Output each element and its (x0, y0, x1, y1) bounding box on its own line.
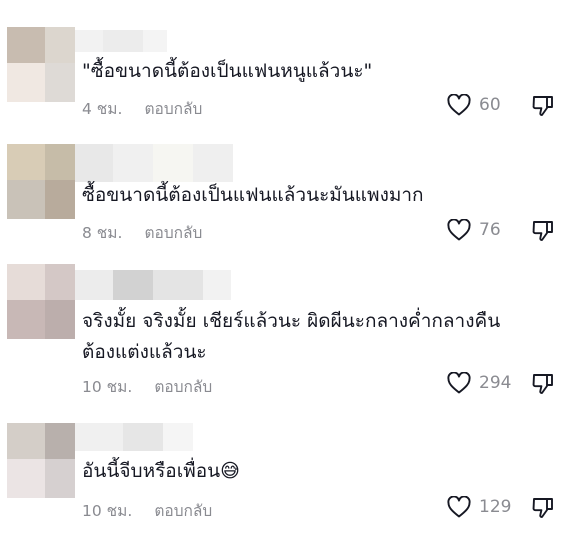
dislike-button[interactable] (531, 372, 555, 396)
username-blurred[interactable] (75, 30, 167, 52)
avatar[interactable] (7, 423, 75, 498)
comment-text: อันนี้จีบหรือเพื่อน😅 (82, 456, 240, 487)
comment-text-line: ต้องแต่งแล้วนะ (82, 341, 207, 363)
username-blur-block (123, 423, 163, 451)
like-button[interactable]: 76 (447, 219, 501, 241)
comment-text: ซื้อขนาดนี้ต้องเป็นแฟนแล้วนะมันแพงมาก (82, 180, 424, 211)
avatar-tile (7, 423, 45, 459)
avatar-tile (7, 27, 45, 63)
like-button[interactable]: 294 (447, 372, 511, 394)
username-blurred[interactable] (75, 144, 233, 182)
comment-meta: 10 ชม. ตอบกลับ (82, 498, 212, 523)
thumbs-down-outline-icon (532, 221, 553, 241)
reply-button[interactable]: ตอบกลับ (144, 96, 202, 121)
heart-outline-icon (447, 219, 471, 241)
avatar-tile (45, 63, 75, 102)
heart-outline-icon (447, 94, 471, 116)
dislike-button[interactable] (531, 94, 555, 118)
comment-time: 4 ชม. (82, 100, 123, 118)
comment-time: 10 ชม. (82, 502, 133, 520)
username-blur-block (143, 30, 167, 52)
thumbs-down-outline-icon (532, 374, 553, 394)
avatar[interactable] (7, 264, 75, 339)
avatar-tile (7, 264, 45, 300)
comment-item: ซื้อขนาดนี้ต้องเป็นแฟนแล้วนะมันแพงมาก 8 … (0, 144, 576, 244)
reply-button[interactable]: ตอบกลับ (144, 220, 202, 245)
avatar-tile (7, 144, 45, 180)
username-blur-block (153, 144, 193, 182)
comment-text-line: "ซื้อขนาดนี้ต้องเป็นแฟนหนูแล้วนะ" (82, 60, 373, 82)
like-button[interactable]: 60 (447, 94, 501, 116)
avatar-tile (45, 180, 75, 219)
avatar-tile (45, 264, 75, 300)
username-blur-block (75, 30, 103, 52)
avatar-tile (7, 180, 45, 219)
comment-text: "ซื้อขนาดนี้ต้องเป็นแฟนหนูแล้วนะ" (82, 56, 372, 87)
avatar-tile (7, 459, 45, 498)
avatar-tile (7, 300, 45, 339)
reply-button[interactable]: ตอบกลับ (154, 498, 212, 523)
comment-meta: 8 ชม. ตอบกลับ (82, 220, 202, 245)
comment-text-line: อันนี้จีบหรือเพื่อน😅 (82, 460, 240, 482)
heart-outline-icon (447, 372, 471, 394)
comment-text-line: ซื้อขนาดนี้ต้องเป็นแฟนแล้วนะมันแพงมาก (82, 184, 424, 206)
comment-item: "ซื้อขนาดนี้ต้องเป็นแฟนหนูแล้วนะ" 4 ชม. … (0, 27, 576, 127)
username-blur-block (163, 423, 193, 451)
comment-meta: 10 ชม. ตอบกลับ (82, 374, 212, 399)
dislike-button[interactable] (531, 219, 555, 243)
comment-meta: 4 ชม. ตอบกลับ (82, 96, 202, 121)
username-blur-block (193, 144, 233, 182)
username-blur-block (113, 144, 153, 182)
comment-time: 8 ชม. (82, 224, 123, 242)
username-blur-block (153, 270, 203, 300)
username-blur-block (203, 270, 231, 300)
avatar-tile (45, 144, 75, 180)
comment-text-line: จริงมั้ย จริงมั้ย เชียร์แล้วนะ ผิดผีนะกล… (82, 310, 501, 332)
like-count: 76 (479, 220, 501, 240)
comment-item: จริงมั้ย จริงมั้ย เชียร์แล้วนะ ผิดผีนะกล… (0, 264, 576, 404)
avatar-tile (45, 459, 75, 498)
like-button[interactable]: 129 (447, 496, 511, 518)
avatar-tile (7, 63, 45, 102)
username-blurred[interactable] (75, 270, 231, 300)
username-blurred[interactable] (75, 423, 193, 451)
username-blur-block (103, 30, 143, 52)
avatar-tile (45, 27, 75, 63)
thumbs-down-outline-icon (532, 96, 553, 116)
like-count: 129 (479, 497, 512, 517)
comment-time: 10 ชม. (82, 378, 133, 396)
username-blur-block (75, 423, 123, 451)
like-count: 294 (479, 373, 512, 393)
comment-item: อันนี้จีบหรือเพื่อน😅 10 ชม. ตอบกลับ 129 (0, 423, 576, 533)
username-blur-block (75, 144, 113, 182)
avatar-tile (45, 300, 75, 339)
avatar-tile (45, 423, 75, 459)
heart-outline-icon (447, 496, 471, 518)
avatar[interactable] (7, 27, 75, 102)
dislike-button[interactable] (531, 496, 555, 520)
comment-text: จริงมั้ย จริงมั้ย เชียร์แล้วนะ ผิดผีนะกล… (82, 306, 500, 368)
username-blur-block (113, 270, 153, 300)
like-count: 60 (479, 95, 501, 115)
reply-button[interactable]: ตอบกลับ (154, 374, 212, 399)
username-blur-block (75, 270, 113, 300)
thumbs-down-outline-icon (532, 498, 553, 518)
avatar[interactable] (7, 144, 75, 219)
